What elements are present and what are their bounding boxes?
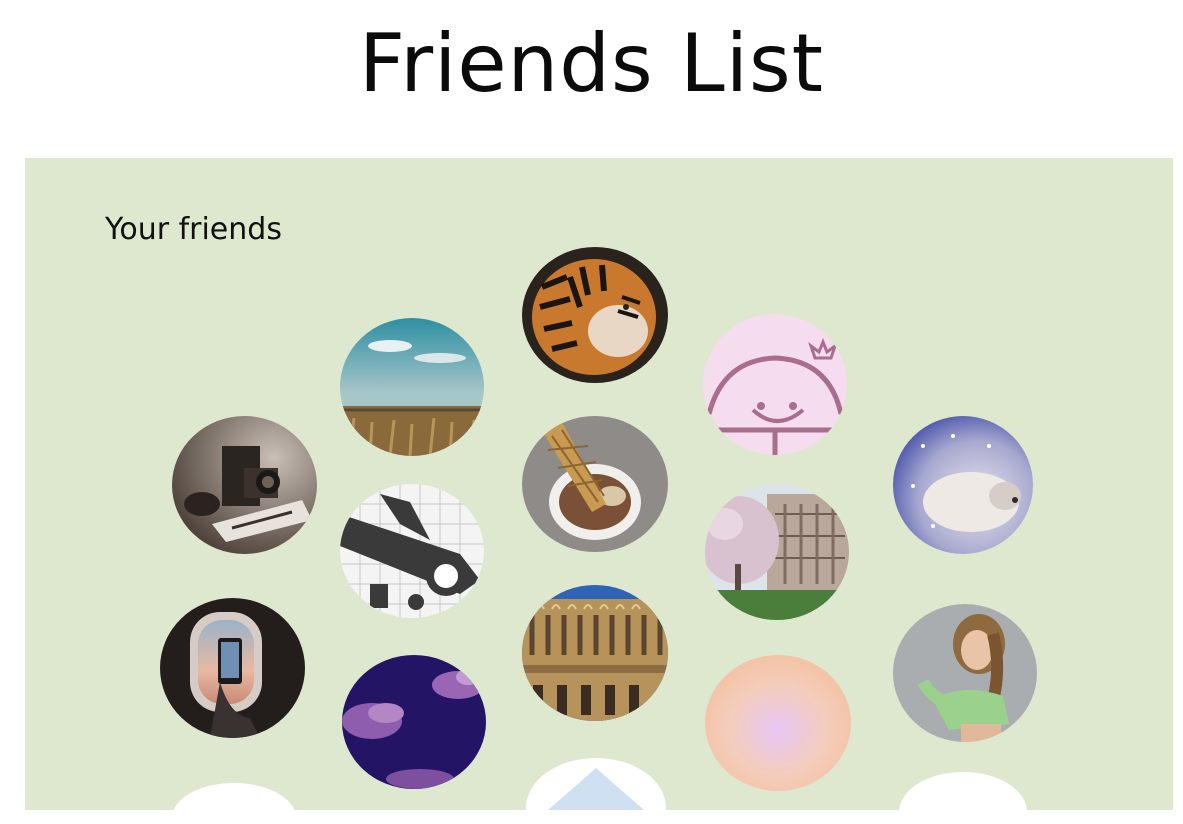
friend-avatar-ice-cream-cone[interactable]	[522, 416, 668, 552]
princess-character-avatar-image	[703, 314, 847, 455]
friend-avatar-princess-character[interactable]	[703, 314, 847, 455]
friend-avatar-vintage-camera[interactable]	[172, 416, 317, 554]
friend-avatar-field-sky[interactable]	[340, 318, 484, 456]
cherry-blossom-campus-avatar-image	[705, 484, 849, 620]
maze-airplane-avatar-image	[340, 484, 484, 618]
ice-cream-cone-avatar-image	[522, 416, 668, 552]
friend-avatar-tiger[interactable]	[522, 247, 668, 383]
page-title: Friends List	[359, 17, 824, 110]
airplane-window-phone-avatar-image	[160, 598, 305, 738]
triangle-icon	[548, 768, 644, 810]
snow-animal-avatar-image	[893, 416, 1033, 554]
friend-avatar-gothic-library[interactable]	[522, 585, 668, 721]
field-sky-avatar-image	[340, 318, 484, 456]
friend-avatar-partial-right[interactable]	[899, 772, 1027, 810]
friends-section-heading: Your friends	[105, 212, 282, 247]
peach-gradient-avatar-image	[705, 655, 851, 791]
vintage-camera-avatar-image	[172, 416, 317, 554]
friend-avatar-snow-animal[interactable]	[893, 416, 1033, 554]
friend-avatar-partial-center[interactable]	[526, 758, 666, 810]
friend-avatar-purple-clouds[interactable]	[342, 655, 486, 789]
friend-avatar-partial-left[interactable]	[172, 783, 296, 810]
singer-portrait-avatar-image	[893, 604, 1037, 742]
friend-avatar-airplane-window-phone[interactable]	[160, 598, 305, 738]
friend-avatar-singer-portrait[interactable]	[893, 604, 1037, 742]
friends-panel: Your friends	[25, 158, 1173, 810]
tiger-avatar-image	[522, 247, 668, 383]
gothic-library-avatar-image	[522, 585, 668, 721]
purple-clouds-avatar-image	[342, 655, 486, 789]
friend-avatar-maze-airplane[interactable]	[340, 484, 484, 618]
friend-avatar-cherry-blossom-campus[interactable]	[705, 484, 849, 620]
friend-avatar-peach-gradient[interactable]	[705, 655, 851, 791]
